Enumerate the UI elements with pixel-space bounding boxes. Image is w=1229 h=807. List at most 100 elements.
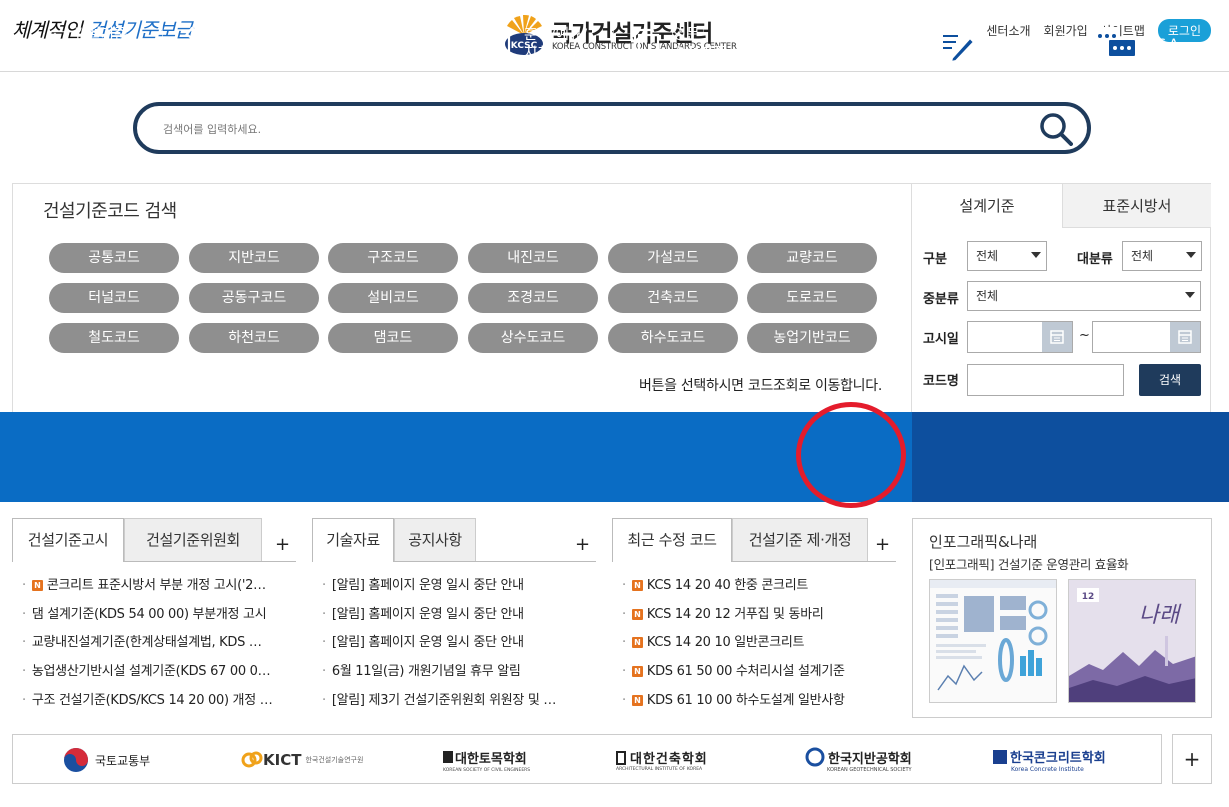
nav-divider: [162, 24, 163, 66]
code-button-utility-tunnel[interactable]: 공동구코드: [189, 283, 319, 313]
code-button-common[interactable]: 공통코드: [49, 243, 179, 273]
tab-standard-spec[interactable]: 표준시방서: [1062, 184, 1211, 228]
label-type: 구분: [923, 252, 947, 267]
code-name-input[interactable]: [967, 364, 1124, 396]
new-badge-icon: N: [631, 637, 643, 648]
date-from-input[interactable]: [967, 321, 1073, 353]
tab-standard-notice[interactable]: 건설기준고시: [12, 518, 124, 562]
ruler-pencil-icon: [27, 32, 61, 62]
list-item[interactable]: · [알림] 홈페이지 운영 일시 중단 안내: [322, 574, 592, 596]
code-button-building[interactable]: 건축코드: [608, 283, 738, 313]
link-signup[interactable]: 회원가입: [1044, 22, 1088, 39]
recent-code-box-tabs: 최근 수정 코드 건설기준 제·개정 +: [612, 518, 896, 562]
code-button-agriculture[interactable]: 농업기반코드: [747, 323, 877, 353]
nav-item-committee[interactable]: 건설기준 위원회: [178, 0, 279, 90]
calendar-icon[interactable]: [1170, 322, 1200, 352]
nav-item-english-standard[interactable]: 영문 건설기준: [631, 0, 726, 90]
list-item[interactable]: · N KCS 14 20 12 거푸집 및 동바리: [622, 603, 892, 625]
code-button-bridge[interactable]: 교량코드: [747, 243, 877, 273]
copy-icon: [633, 28, 660, 62]
code-button-railway[interactable]: 철도코드: [49, 323, 179, 353]
partner-kgs[interactable]: 한국지반공학회 KOREAN GEOTECHNICAL SOCIETY: [805, 747, 912, 773]
code-button-road[interactable]: 도로코드: [747, 283, 877, 313]
nav-item-label: 훈령/예규/ 지침: [524, 27, 588, 62]
major-category-select[interactable]: 전체: [1122, 241, 1202, 271]
partner-kci[interactable]: 한국콘크리트학회 Korea Concrete Institute: [993, 747, 1106, 773]
list-item[interactable]: · 구조 건설기준(KDS/KCS 14 20 00) 개정 …: [22, 689, 292, 711]
search-input[interactable]: [163, 116, 1023, 142]
chevron-down-icon: [1031, 252, 1041, 258]
infographic-box: 인포그래픽&나래 [인포그래픽] 건설기준 운영관리 효율화 12 나래: [912, 518, 1212, 718]
partner-aik[interactable]: 대한건축학회 ARCHITECTURAL INSTITUTE OF KOREA: [616, 747, 708, 773]
narae-magazine-thumbnail[interactable]: 12 나래: [1068, 579, 1196, 703]
nav-item-construction-code[interactable]: 건설기준 코드: [26, 0, 127, 90]
code-button-sewerage[interactable]: 하수도코드: [608, 323, 738, 353]
partner-ksce[interactable]: 대한토목학회 KOREAN SOCIETY OF CIVIL ENGINEERS: [443, 747, 530, 773]
code-button-tunnel[interactable]: 터널코드: [49, 283, 179, 313]
list-item[interactable]: · N KDS 61 50 00 수처리시설 설계기준: [622, 660, 892, 682]
tab-notice[interactable]: 공지사항: [394, 518, 476, 561]
code-button-river[interactable]: 하천코드: [189, 323, 319, 353]
infographic-thumbnail[interactable]: [929, 579, 1057, 703]
code-button-ground[interactable]: 지반코드: [189, 243, 319, 273]
svg-text:12: 12: [1082, 592, 1095, 602]
search-icon[interactable]: [1039, 112, 1073, 146]
nav-item-label: 건설기준 위원회: [226, 27, 280, 62]
tab-standard-committee[interactable]: 건설기준위원회: [124, 518, 262, 561]
list-item[interactable]: · [알림] 제3기 건설기준위원회 위원장 및 …: [322, 689, 592, 711]
quick-nav-bar-secondary: [912, 412, 1229, 502]
list-item[interactable]: · 댐 설계기준(KDS 54 00 00) 부분개정 고시: [22, 603, 292, 625]
more-button[interactable]: +: [575, 534, 590, 555]
code-panel-note: 버튼을 선택하시면 코드조회로 이동합니다.: [638, 378, 882, 394]
code-button-dam[interactable]: 댐코드: [328, 323, 458, 353]
infographic-title[interactable]: 인포그래픽&나래: [929, 531, 1037, 552]
partner-more-button[interactable]: +: [1172, 734, 1212, 784]
more-button[interactable]: +: [875, 534, 890, 555]
code-button-water-supply[interactable]: 상수도코드: [468, 323, 598, 353]
list-item[interactable]: · N KCS 14 20 10 일반콘크리트: [622, 631, 892, 653]
list-item[interactable]: · [알림] 홈페이지 운영 일시 중단 안내: [322, 603, 592, 625]
list-item[interactable]: · 농업생산기반시설 설계기준(KDS 67 00 0…: [22, 660, 292, 682]
red-circle-highlight: [796, 402, 906, 508]
kict-logo-icon: [241, 751, 263, 768]
kgs-logo-icon: [805, 747, 825, 767]
list-item[interactable]: · N KCS 14 20 40 한중 콘크리트: [622, 574, 892, 596]
more-button[interactable]: +: [275, 534, 290, 555]
tab-technical-data[interactable]: 기술자료: [312, 518, 394, 562]
list-item[interactable]: · 교량내진설계기준(한계상태설계법, KDS …: [22, 631, 292, 653]
code-button-equipment[interactable]: 설비코드: [328, 283, 458, 313]
nav-item-label: 기술자료: [826, 36, 880, 53]
nav-item-label: Q&A: [1146, 36, 1179, 53]
tab-design-standard[interactable]: 설계기준: [912, 184, 1062, 228]
infographic-subtitle[interactable]: [인포그래픽] 건설기준 운영관리 효율화: [929, 554, 1129, 573]
code-button-landscape[interactable]: 조경코드: [468, 283, 598, 313]
middle-category-select[interactable]: 전체: [967, 281, 1201, 311]
tab-standard-revision[interactable]: 건설기준 제·개정: [732, 518, 868, 561]
survey-edit-icon: [938, 29, 976, 64]
tab-recent-codes[interactable]: 최근 수정 코드: [612, 518, 732, 562]
technical-notice-box: 기술자료 공지사항 + · [알림] 홈페이지 운영 일시 중단 안내 · [알림]…: [312, 518, 596, 718]
notice-box-tabs: 건설기준고시 건설기준위원회 +: [12, 518, 296, 562]
nav-item-professional-spec[interactable]: 전문시방서: [330, 0, 443, 90]
list-item[interactable]: · N 콘크리트 표준시방서 부분 개정 고시('2…: [22, 574, 292, 596]
chat-bubbles-icon: [1094, 27, 1137, 63]
nav-item-directives[interactable]: 훈령/예규/ 지침: [482, 0, 587, 90]
recent-code-box: 최근 수정 코드 건설기준 제·개정 + · N KCS 14 20 40 한중 콘…: [612, 518, 896, 718]
date-to-input[interactable]: [1092, 321, 1201, 353]
code-button-temporary[interactable]: 가설코드: [608, 243, 738, 273]
nav-item-technical-data[interactable]: 기술자료: [778, 0, 879, 90]
nav-item-qna[interactable]: Q&A: [1092, 0, 1179, 90]
type-select[interactable]: 전체: [967, 241, 1047, 271]
partner-molit[interactable]: 국토교통부: [63, 747, 150, 773]
code-button-seismic[interactable]: 내진코드: [468, 243, 598, 273]
standard-search-form: 설계기준 표준시방서 구분 전체 대분류 전체 중분류 전체 고시일 ~ 코드명…: [911, 183, 1211, 413]
code-button-structure[interactable]: 구조코드: [328, 243, 458, 273]
list-item[interactable]: · 6월 11일(금) 개원기념일 휴무 알림: [322, 660, 592, 682]
partner-kict[interactable]: KICT 한국건설기술연구원: [241, 747, 363, 773]
list-item[interactable]: · [알림] 홈페이지 운영 일시 중단 안내: [322, 631, 592, 653]
search-submit-button[interactable]: 검색: [1139, 364, 1201, 396]
calendar-icon[interactable]: [1042, 322, 1072, 352]
nav-item-demand-survey[interactable]: 수요조사: [936, 0, 1041, 90]
quick-nav-bar: [0, 412, 912, 502]
list-item[interactable]: · N KDS 61 10 00 하수도설계 일반사항: [622, 689, 892, 711]
